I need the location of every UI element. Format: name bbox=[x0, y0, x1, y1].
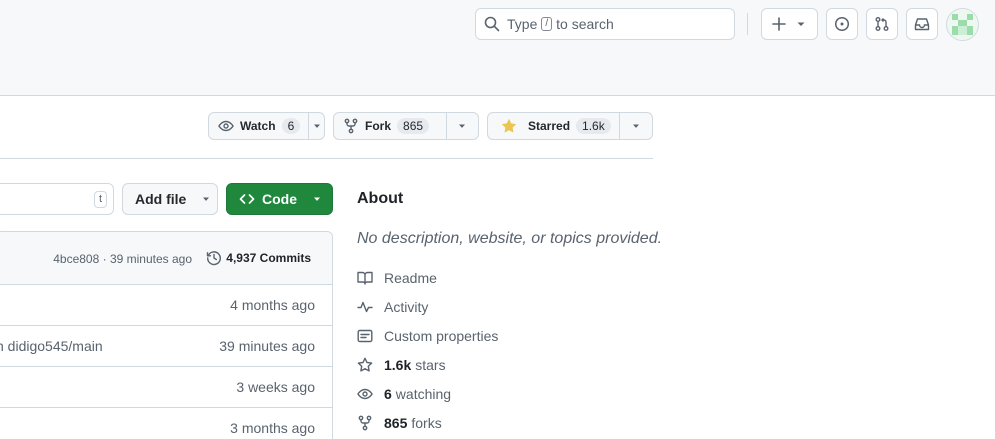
fork-count: 865 bbox=[397, 118, 430, 134]
star-dropdown-button[interactable] bbox=[620, 120, 652, 132]
issues-button[interactable] bbox=[826, 8, 858, 40]
stars-label: stars bbox=[415, 357, 446, 373]
watching-label: watching bbox=[395, 386, 452, 402]
issue-opened-icon bbox=[834, 16, 850, 32]
go-to-file-input[interactable]: t bbox=[0, 183, 114, 215]
file-row[interactable]: n didigo545/main 39 minutes ago bbox=[0, 326, 332, 367]
plus-icon bbox=[771, 17, 786, 31]
stars-count: 1.6k bbox=[384, 357, 412, 373]
forks-label: forks bbox=[411, 415, 442, 431]
fork-label: Fork bbox=[365, 119, 392, 133]
star-label: Starred bbox=[528, 119, 571, 133]
watch-button-group: Watch 6 bbox=[208, 112, 325, 140]
header-divider bbox=[747, 13, 748, 35]
commits-link[interactable]: 4,937 Commits bbox=[206, 250, 311, 266]
file-row[interactable]: 4 months ago bbox=[0, 285, 332, 326]
create-new-button[interactable] bbox=[761, 8, 818, 40]
caret-down-icon bbox=[459, 124, 466, 128]
repo-forked-icon bbox=[344, 118, 358, 134]
file-commit-age: 3 weeks ago bbox=[236, 379, 315, 395]
file-commit-age: 4 months ago bbox=[230, 297, 315, 313]
pulse-icon bbox=[357, 301, 373, 313]
watching-count: 6 bbox=[384, 386, 392, 402]
caret-down-icon bbox=[203, 197, 210, 201]
eye-icon bbox=[357, 388, 373, 400]
custom-properties-label: Custom properties bbox=[384, 328, 499, 344]
fork-button-group: Fork 865 bbox=[333, 112, 479, 140]
caret-down-icon bbox=[313, 124, 320, 128]
code-icon bbox=[239, 194, 255, 204]
about-description: No description, website, or topics provi… bbox=[357, 230, 663, 247]
about-heading: About bbox=[357, 190, 404, 207]
note-icon bbox=[357, 329, 373, 343]
search-shortcut-key: / bbox=[541, 17, 553, 31]
watchers-link[interactable]: 6 watching bbox=[357, 384, 451, 404]
go-to-file-shortcut-key: t bbox=[93, 191, 107, 208]
file-commit-age: 3 months ago bbox=[230, 420, 315, 436]
star-button-group: Starred 1.6k bbox=[487, 112, 653, 140]
file-row[interactable]: 3 months ago bbox=[0, 408, 332, 439]
history-icon bbox=[207, 251, 222, 266]
readme-label: Readme bbox=[384, 270, 437, 286]
search-placeholder-after: to search bbox=[556, 16, 614, 32]
star-icon bbox=[357, 357, 373, 372]
section-divider bbox=[0, 158, 653, 159]
watch-dropdown-button[interactable] bbox=[309, 120, 324, 132]
identicon-avatar bbox=[947, 9, 978, 40]
star-fill-icon bbox=[501, 118, 517, 133]
search-placeholder-before: Type bbox=[507, 16, 538, 32]
caret-down-icon bbox=[314, 197, 320, 201]
user-avatar[interactable] bbox=[946, 8, 979, 41]
code-button[interactable]: Code bbox=[226, 183, 333, 215]
file-commit-message[interactable]: n didigo545/main bbox=[0, 338, 103, 354]
repo-forked-icon bbox=[358, 415, 372, 431]
latest-commit-bar: 4bce808 · 39 minutes ago 4,937 Commits bbox=[0, 232, 332, 285]
eye-icon bbox=[218, 120, 234, 132]
inbox-icon bbox=[914, 18, 930, 31]
readme-link[interactable]: Readme bbox=[357, 268, 437, 288]
search-input[interactable]: Type / to search bbox=[475, 8, 735, 40]
file-commit-age: 39 minutes ago bbox=[219, 338, 315, 354]
custom-properties-link[interactable]: Custom properties bbox=[357, 326, 498, 346]
inbox-button[interactable] bbox=[906, 8, 938, 40]
add-file-label: Add file bbox=[135, 191, 187, 207]
unstar-button[interactable]: Starred 1.6k bbox=[488, 113, 621, 139]
global-header: Type / to search bbox=[0, 0, 995, 96]
caret-down-icon bbox=[797, 22, 804, 26]
stars-link[interactable]: 1.6k stars bbox=[357, 355, 446, 375]
code-label: Code bbox=[262, 191, 297, 207]
watch-label: Watch bbox=[240, 119, 276, 133]
fork-dropdown-button[interactable] bbox=[447, 120, 479, 132]
watch-count: 6 bbox=[281, 118, 301, 134]
watch-button[interactable]: Watch 6 bbox=[209, 113, 310, 139]
pull-requests-button[interactable] bbox=[866, 8, 898, 40]
search-icon bbox=[484, 16, 500, 32]
latest-commit-meta[interactable]: 4bce808 · 39 minutes ago bbox=[53, 252, 192, 266]
forks-count: 865 bbox=[384, 415, 408, 431]
file-row[interactable]: 3 weeks ago bbox=[0, 367, 332, 408]
add-file-button[interactable]: Add file bbox=[122, 183, 218, 215]
fork-button[interactable]: Fork 865 bbox=[334, 113, 447, 139]
commits-count: 4,937 Commits bbox=[226, 251, 311, 265]
star-count: 1.6k bbox=[576, 118, 611, 134]
git-pull-request-icon bbox=[875, 17, 889, 31]
forks-link[interactable]: 865 forks bbox=[357, 413, 442, 433]
caret-down-icon bbox=[633, 124, 640, 128]
book-icon bbox=[357, 271, 373, 285]
activity-link[interactable]: Activity bbox=[357, 297, 428, 317]
activity-label: Activity bbox=[384, 299, 429, 315]
file-list: 4bce808 · 39 minutes ago 4,937 Commits 4… bbox=[0, 231, 333, 439]
